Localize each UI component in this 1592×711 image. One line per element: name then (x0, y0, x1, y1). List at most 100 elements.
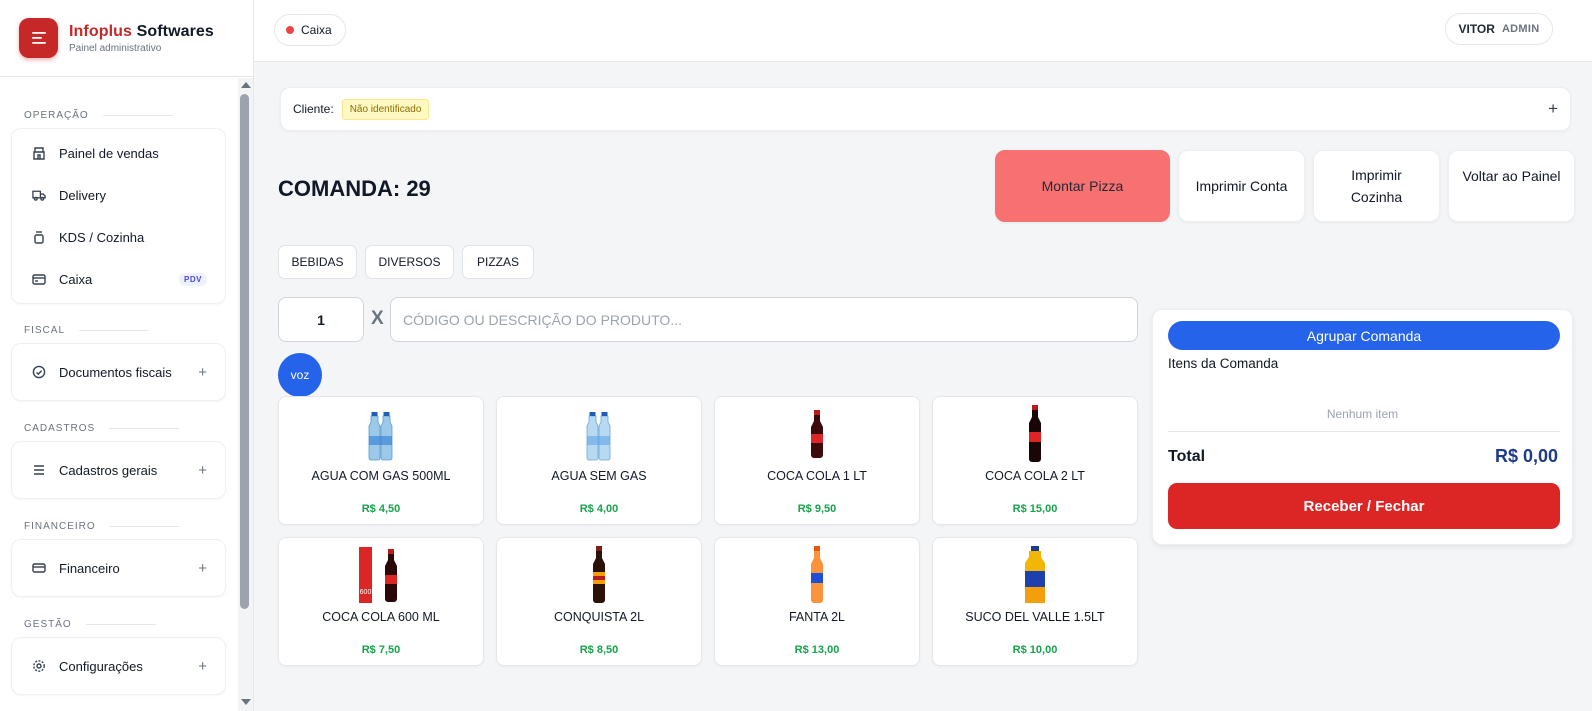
sidebar-item-caixa[interactable]: Caixa PDV (12, 258, 225, 300)
product-card[interactable]: AGUA SEM GAS R$ 4,00 (496, 396, 702, 525)
product-name: AGUA COM GAS 500ML (311, 469, 451, 483)
product-card[interactable]: 600 COCA COLA 600 ML R$ 7,50 (278, 537, 484, 666)
expand-icon[interactable]: + (198, 364, 207, 381)
brand-subtitle: Painel administrativo (69, 42, 162, 54)
product-price: R$ 10,00 (1012, 644, 1058, 656)
product-name: COCA COLA 2 LT (985, 469, 1085, 483)
quantity-input[interactable] (278, 297, 364, 342)
product-name: SUCO DEL VALLE 1.5LT (965, 610, 1105, 624)
product-price: R$ 7,50 (361, 644, 401, 656)
sidebar-scrollbar[interactable] (238, 78, 253, 711)
section-label-financeiro: FINANCEIRO (24, 518, 238, 534)
product-search-input[interactable] (390, 297, 1138, 342)
product-card[interactable]: AGUA COM GAS 500ML R$ 4,50 (278, 396, 484, 525)
brand-title: Infoplus Softwares (69, 22, 214, 40)
scroll-thumb[interactable] (240, 94, 249, 609)
pdv-badge: PDV (179, 272, 207, 286)
group-operacao: Painel de vendas Delivery KDS / Cozinha … (11, 128, 226, 304)
sidebar-item-label: Documentos fiscais (59, 364, 172, 380)
group-cadastros: Cadastros gerais + (11, 441, 226, 499)
card-icon (32, 561, 46, 575)
expand-icon[interactable]: + (198, 462, 207, 479)
voice-button[interactable]: voz (278, 353, 322, 397)
montar-pizza-button[interactable]: Montar Pizza (995, 150, 1170, 222)
expand-icon[interactable]: + (198, 560, 207, 577)
svg-text:600: 600 (360, 589, 372, 596)
soda-bottle-icon: 600 (279, 544, 483, 606)
product-price: R$ 9,50 (797, 503, 837, 515)
imprimir-cozinha-button[interactable]: Imprimir Cozinha (1313, 150, 1440, 222)
sidebar-item-documentos-fiscais[interactable]: Documentos fiscais + (12, 347, 225, 397)
sidebar-item-delivery[interactable]: Delivery (12, 174, 225, 216)
sidebar-item-configuracoes[interactable]: Configurações + (12, 641, 225, 691)
sidebar-nav: OPERAÇÃO Painel de vendas Delivery KDS /… (0, 78, 238, 711)
soda-bottle-icon (715, 403, 919, 465)
menu-icon[interactable] (19, 18, 58, 58)
product-card[interactable]: SUCO DEL VALLE 1.5LT R$ 10,00 (932, 537, 1138, 666)
total-label: Total (1168, 448, 1206, 465)
juice-bottle-icon (933, 544, 1137, 606)
soda-bottle-icon (933, 403, 1137, 465)
expand-icon[interactable]: + (198, 658, 207, 675)
pot-icon (32, 230, 46, 244)
cliente-bar: Cliente: Não identificado + (280, 87, 1571, 131)
sidebar-item-label: Caixa (59, 271, 93, 287)
comanda-panel: Agrupar Comanda Itens da Comanda Nenhum … (1152, 309, 1573, 545)
add-cliente-button[interactable]: + (1548, 99, 1558, 119)
section-label-fiscal: FISCAL (24, 322, 238, 338)
group-financeiro: Financeiro + (11, 539, 226, 597)
sidebar-item-cadastros-gerais[interactable]: Cadastros gerais + (12, 445, 225, 495)
empty-items-text: Nenhum item (1326, 407, 1399, 421)
caixa-label: Caixa (301, 23, 332, 37)
product-card[interactable]: CONQUISTA 2L R$ 8,50 (496, 537, 702, 666)
section-label-operacao: OPERAÇÃO (24, 107, 238, 123)
sidebar-item-label: Cadastros gerais (59, 462, 158, 478)
product-card[interactable]: COCA COLA 2 LT R$ 15,00 (932, 396, 1138, 525)
check-circle-icon (32, 365, 46, 379)
scroll-down-icon[interactable] (241, 699, 251, 705)
product-name: FANTA 2L (788, 610, 846, 624)
product-card[interactable]: COCA COLA 1 LT R$ 9,50 (714, 396, 920, 525)
agrupar-comanda-button[interactable]: Agrupar Comanda (1168, 321, 1560, 350)
multiply-sign: X (371, 308, 384, 329)
voltar-painel-button[interactable]: Voltar ao Painel (1448, 150, 1575, 222)
water-bottle-icon (279, 403, 483, 465)
sidebar-item-kds-cozinha[interactable]: KDS / Cozinha (12, 216, 225, 258)
soda-bottle-icon (497, 544, 701, 606)
product-price: R$ 8,50 (579, 644, 619, 656)
topbar: Caixa VITOR ADMIN (254, 0, 1592, 62)
sidebar-item-painel-de-vendas[interactable]: Painel de vendas (12, 132, 225, 174)
total-value: R$ 0,00 (1494, 446, 1558, 466)
list-icon (32, 463, 46, 477)
product-card[interactable]: FANTA 2L R$ 13,00 (714, 537, 920, 666)
product-price: R$ 13,00 (794, 644, 840, 656)
sidebar-item-label: Delivery (59, 187, 106, 203)
itens-comanda-title: Itens da Comanda (1168, 356, 1279, 371)
sidebar: Infoplus Softwares Painel administrativo… (0, 0, 254, 711)
product-name: COCA COLA 600 ML (322, 610, 440, 624)
group-gestao: Configurações + (11, 637, 226, 695)
gear-icon (32, 659, 46, 673)
product-price: R$ 15,00 (1012, 503, 1058, 515)
sidebar-item-label: Painel de vendas (59, 145, 159, 161)
sidebar-item-label: KDS / Cozinha (59, 229, 145, 245)
user-name: VITOR (1458, 22, 1495, 36)
sidebar-item-label: Financeiro (59, 560, 120, 576)
product-name: COCA COLA 1 LT (767, 469, 867, 483)
receber-fechar-button[interactable]: Receber / Fechar (1168, 483, 1560, 529)
user-role: ADMIN (1501, 23, 1540, 35)
section-label-cadastros: CADASTROS (24, 420, 238, 436)
category-diversos[interactable]: DIVERSOS (365, 245, 454, 279)
caixa-status-pill[interactable]: Caixa (274, 14, 346, 46)
category-bebidas[interactable]: BEBIDAS (278, 245, 357, 279)
scroll-up-icon[interactable] (241, 82, 251, 88)
status-dot-icon (286, 26, 294, 34)
imprimir-conta-button[interactable]: Imprimir Conta (1178, 150, 1305, 222)
sidebar-item-label: Configurações (59, 658, 143, 674)
sidebar-item-financeiro[interactable]: Financeiro + (12, 543, 225, 593)
cliente-label: Cliente: (293, 102, 334, 116)
register-icon (32, 272, 46, 286)
user-menu[interactable]: VITOR ADMIN (1445, 13, 1553, 45)
cliente-status-badge: Não identificado (341, 98, 430, 120)
category-pizzas[interactable]: PIZZAS (462, 245, 534, 279)
